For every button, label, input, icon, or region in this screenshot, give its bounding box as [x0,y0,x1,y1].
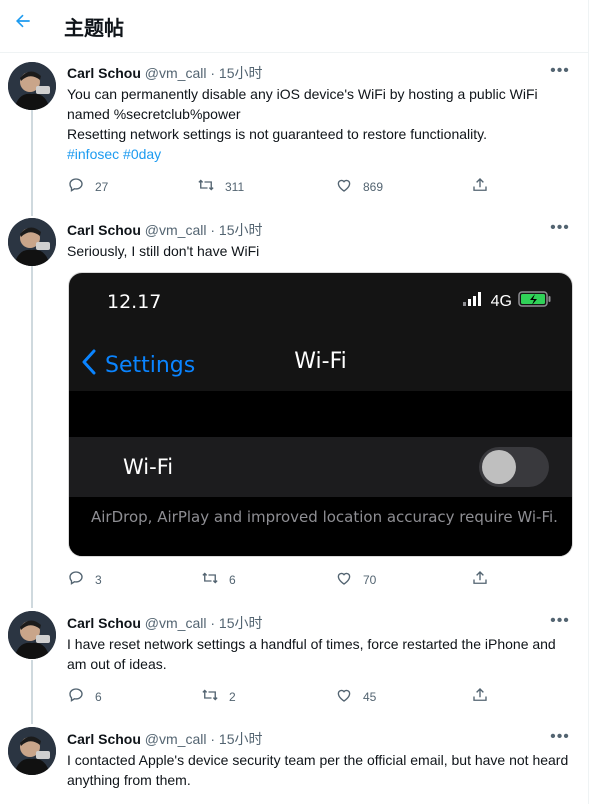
like-button[interactable]: 869 [335,176,383,197]
tweet-actions: 27 311 869 [67,176,567,198]
like-button[interactable]: 70 [335,569,376,590]
author-name[interactable]: Carl Schou [67,731,141,747]
share-button[interactable] [471,686,489,707]
ios-wifi-toggle[interactable] [479,447,549,487]
reply-count: 3 [95,572,102,587]
retweet-count: 311 [225,179,245,194]
tweet-text: I have reset network settings a handful … [67,636,556,672]
like-count: 869 [363,179,384,194]
retweet-icon [201,686,219,707]
more-icon[interactable]: ••• [548,63,572,82]
heart-icon [335,686,353,707]
reply-icon [67,569,85,590]
tweet-media-screenshot[interactable]: 12.17 4G Settings Wi-Fi Wi-Fi AirDrop, A… [68,272,573,557]
network-type: 4G [490,292,512,310]
thread-connector [31,110,33,216]
tweet-hashtags: #infosec #0day [67,144,572,164]
column-divider [588,0,589,804]
ios-nav-title: Wi-Fi [294,349,347,374]
share-icon [471,176,489,197]
ios-wifi-label: Wi-Fi [123,455,174,479]
author-handle-time[interactable]: @vm_call · 15小时 [141,222,263,238]
like-count: 70 [363,572,377,587]
tweet-header: Carl Schou @vm_call · 15小时 [67,63,262,83]
avatar[interactable] [8,62,56,110]
author-handle-time[interactable]: @vm_call · 15小时 [141,731,263,747]
author-handle-time[interactable]: @vm_call · 15小时 [141,65,263,81]
thread-connector [31,266,33,608]
like-button[interactable]: 45 [335,686,376,707]
author-name[interactable]: Carl Schou [67,65,141,81]
hashtag-link[interactable]: #infosec #0day [67,146,161,162]
like-count: 45 [363,689,377,704]
tweet-actions: 3 6 70 [67,569,567,591]
author-name[interactable]: Carl Schou [67,222,141,238]
share-icon [471,569,489,590]
avatar[interactable] [8,611,56,659]
thread-connector [31,660,33,724]
share-button[interactable] [471,176,489,197]
heart-icon [335,569,353,590]
arrow-left-icon [13,11,33,36]
ios-wifi-row: Wi-Fi [69,437,572,497]
tweet-text: Seriously, I still don't have WiFi [67,243,260,259]
retweet-icon [201,569,219,590]
reply-icon [67,176,85,197]
ios-footer: AirDrop, AirPlay and improved location a… [69,497,572,556]
battery-icon [518,291,552,312]
avatar[interactable] [8,727,56,775]
ios-status-time: 12.17 [107,291,162,313]
ios-footer-text: AirDrop, AirPlay and improved location a… [91,508,558,526]
share-button[interactable] [471,569,489,590]
share-icon [471,686,489,707]
tweet-text: You can permanently disable any iOS devi… [67,86,538,142]
tweet-header: Carl Schou @vm_call · 15小时 [67,220,262,240]
more-icon[interactable]: ••• [548,613,572,632]
back-button[interactable] [8,8,38,38]
retweet-button[interactable]: 6 [201,569,236,590]
tweet-actions: 6 2 45 [67,686,567,708]
heart-icon [335,176,353,197]
more-icon[interactable]: ••• [548,729,572,748]
reply-button[interactable]: 6 [67,686,102,707]
retweet-icon [197,176,215,197]
tweet-header: Carl Schou @vm_call · 15小时 [67,613,262,633]
ios-status-bar: 4G [462,291,552,312]
author-handle-time[interactable]: @vm_call · 15小时 [141,615,263,631]
tweet-text: I contacted Apple's device security team… [67,752,569,788]
reply-button[interactable]: 27 [67,176,108,197]
more-icon[interactable]: ••• [548,220,572,239]
ios-section-gap [69,391,572,437]
ios-nav-bar: Settings Wi-Fi [69,337,572,391]
reply-count: 27 [95,179,109,194]
reply-count: 6 [95,689,102,704]
retweet-count: 6 [229,572,236,587]
thread-header: 主题帖 [0,0,588,53]
signal-icon [462,292,485,311]
reply-button[interactable]: 3 [67,569,102,590]
author-name[interactable]: Carl Schou [67,615,141,631]
reply-icon [67,686,85,707]
page-title: 主题帖 [64,16,124,40]
avatar[interactable] [8,218,56,266]
toggle-knob [482,450,516,484]
retweet-button[interactable]: 311 [197,176,244,197]
retweet-button[interactable]: 2 [201,686,236,707]
tweet-header: Carl Schou @vm_call · 15小时 [67,729,262,749]
retweet-count: 2 [229,689,236,704]
